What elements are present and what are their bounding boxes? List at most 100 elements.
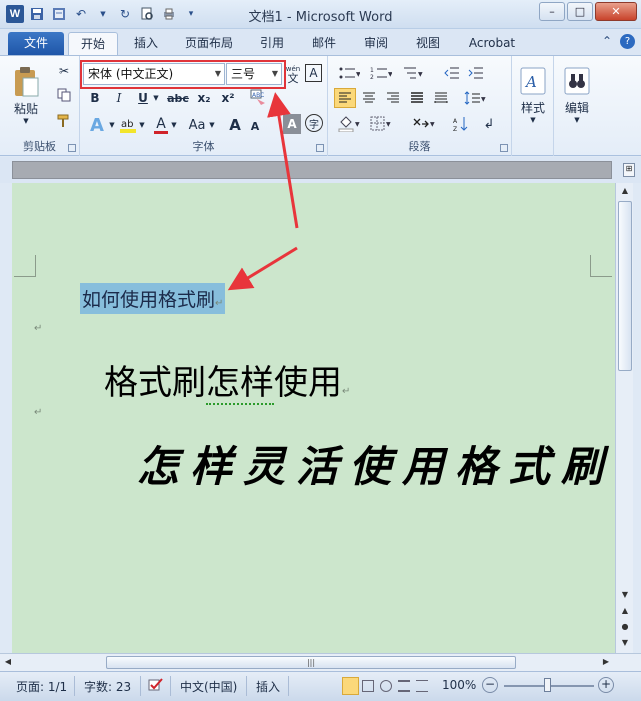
tab-references[interactable]: 引用 <box>250 32 294 55</box>
tab-mailings[interactable]: 邮件 <box>302 32 346 55</box>
change-case-button[interactable]: Aa <box>186 114 208 136</box>
text-effects-icon[interactable]: A <box>86 114 108 136</box>
paste-button[interactable]: 粘贴 ▼ <box>6 60 46 130</box>
status-separator <box>170 676 171 696</box>
styles-button[interactable]: A 样式 ▼ <box>514 60 552 130</box>
sort-icon[interactable]: AZ <box>450 114 472 134</box>
chinese-layout-icon[interactable]: ▼ <box>410 114 438 134</box>
zoom-level[interactable]: 100% <box>442 678 476 692</box>
highlight-icon[interactable]: ab <box>118 114 138 136</box>
change-case-dropdown-icon[interactable]: ▼ <box>208 114 216 136</box>
close-button[interactable]: ✕ <box>595 2 637 21</box>
vertical-scroll-thumb[interactable] <box>618 201 632 371</box>
clear-formatting-icon[interactable]: ABC <box>248 87 268 107</box>
cut-icon[interactable]: ✂ <box>55 62 73 80</box>
web-layout-icon[interactable] <box>380 680 392 692</box>
font-color-dropdown-icon[interactable]: ▼ <box>170 114 178 136</box>
decrease-indent-icon[interactable] <box>442 64 462 82</box>
enclose-characters-button[interactable]: 字 <box>305 114 323 132</box>
status-language[interactable]: 中文(中国) <box>180 678 237 695</box>
svg-text:A: A <box>524 73 537 91</box>
increase-indent-icon[interactable] <box>466 64 486 82</box>
full-screen-reading-icon[interactable] <box>362 680 374 692</box>
bold-button[interactable]: B <box>86 89 104 107</box>
status-word-count[interactable]: 字数: 23 <box>84 678 131 695</box>
scroll-right-icon[interactable]: ▶ <box>598 654 614 670</box>
editing-button[interactable]: 编辑 ▼ <box>558 60 596 130</box>
align-left-button[interactable] <box>334 88 356 108</box>
maximize-button[interactable]: □ <box>567 2 593 21</box>
character-border-button[interactable]: A <box>305 64 322 82</box>
tab-review[interactable]: 审阅 <box>354 32 398 55</box>
scroll-down-icon[interactable]: ▼ <box>617 587 633 603</box>
underline-dropdown-icon[interactable]: ▼ <box>152 89 160 107</box>
doc-line-3[interactable]: 怎样灵活使用格式刷↵ <box>137 433 615 494</box>
next-page-icon[interactable]: ▼ <box>617 635 633 651</box>
proofing-icon[interactable] <box>148 678 164 695</box>
superscript-button[interactable]: x² <box>218 89 238 107</box>
align-center-button[interactable] <box>358 88 380 108</box>
distributed-button[interactable] <box>430 88 452 108</box>
margin-corner-top-right <box>590 255 612 277</box>
vertical-scrollbar[interactable]: ▲ ▼ ▲ ● ▼ <box>615 183 633 653</box>
svg-text:A: A <box>453 118 458 125</box>
doc-line-2[interactable]: 格式刷怎样使用↵ <box>104 355 350 405</box>
borders-icon[interactable]: ▼ <box>368 114 394 134</box>
styles-label: 样式 <box>520 100 545 115</box>
doc-line-1[interactable]: 如何使用格式刷↵ <box>80 283 226 314</box>
outline-view-icon[interactable] <box>398 680 410 692</box>
select-browse-object-icon[interactable]: ● <box>617 619 633 635</box>
tab-insert[interactable]: 插入 <box>124 32 168 55</box>
zoom-in-button[interactable]: + <box>598 677 614 693</box>
ribbon-tabs: 文件 开始 插入 页面布局 引用 邮件 审阅 视图 Acrobat ⌃ ? <box>0 29 641 55</box>
align-right-button[interactable] <box>382 88 404 108</box>
zoom-out-button[interactable]: − <box>482 677 498 693</box>
print-layout-view-icon[interactable] <box>342 677 359 695</box>
text-effects-dropdown-icon[interactable]: ▼ <box>108 114 116 136</box>
format-painter-icon[interactable] <box>55 112 73 130</box>
view-ruler-icon[interactable]: ⊞ <box>623 163 635 177</box>
font-combo-highlight-box <box>80 60 286 89</box>
justify-button[interactable] <box>406 88 428 108</box>
zoom-slider-thumb[interactable] <box>544 678 551 692</box>
subscript-button[interactable]: x₂ <box>194 89 214 107</box>
bullets-icon[interactable]: ▼ <box>336 64 362 82</box>
numbering-icon[interactable]: 1 2 ▼ <box>368 64 394 82</box>
tab-page-layout[interactable]: 页面布局 <box>176 32 242 55</box>
italic-button[interactable]: I <box>110 89 128 107</box>
clipboard-dialog-launcher-icon[interactable] <box>68 144 76 152</box>
strikethrough-button[interactable]: abc <box>166 89 190 107</box>
scroll-left-icon[interactable]: ◀ <box>0 654 16 670</box>
shading-icon[interactable]: ▼ <box>336 114 362 134</box>
tab-file[interactable]: 文件 <box>8 32 64 55</box>
grow-font-button[interactable]: A <box>226 114 244 136</box>
line-spacing-icon[interactable]: ▼ <box>462 88 488 108</box>
doc-line-2-part-b: 怎样 <box>206 363 274 405</box>
underline-button[interactable]: U <box>134 89 152 107</box>
font-color-button[interactable]: A <box>152 114 170 136</box>
tab-view[interactable]: 视图 <box>406 32 450 55</box>
scroll-up-icon[interactable]: ▲ <box>617 183 633 199</box>
minimize-button[interactable]: – <box>539 2 565 21</box>
show-formatting-marks-icon[interactable]: ↲ <box>478 114 500 134</box>
horizontal-scroll-thumb[interactable]: ||| <box>106 656 516 669</box>
previous-page-icon[interactable]: ▲ <box>617 603 633 619</box>
document-page[interactable]: 如何使用格式刷↵ ↵ 格式刷怎样使用↵ ↵ 怎样灵活使用格式刷↵ <box>12 183 615 653</box>
character-shading-button[interactable]: A <box>283 114 301 134</box>
multilevel-list-icon[interactable]: ▼ <box>400 64 426 82</box>
highlight-dropdown-icon[interactable]: ▼ <box>138 114 146 136</box>
copy-icon[interactable] <box>55 86 73 104</box>
help-icon[interactable]: ? <box>620 34 635 49</box>
minimize-ribbon-icon[interactable]: ⌃ <box>602 34 612 49</box>
font-dialog-launcher-icon[interactable] <box>316 144 324 152</box>
tab-home[interactable]: 开始 <box>68 32 118 55</box>
shrink-font-button[interactable]: A <box>246 116 264 136</box>
draft-view-icon[interactable] <box>416 680 428 692</box>
horizontal-scrollbar[interactable]: ◀ ||| ▶ <box>0 653 641 671</box>
phonetic-guide-button[interactable]: wén 文 <box>284 64 302 84</box>
svg-text:1: 1 <box>370 67 374 74</box>
paragraph-dialog-launcher-icon[interactable] <box>500 144 508 152</box>
status-insert-mode[interactable]: 插入 <box>256 678 280 695</box>
status-page[interactable]: 页面: 1/1 <box>16 678 67 695</box>
tab-acrobat[interactable]: Acrobat <box>460 32 524 55</box>
